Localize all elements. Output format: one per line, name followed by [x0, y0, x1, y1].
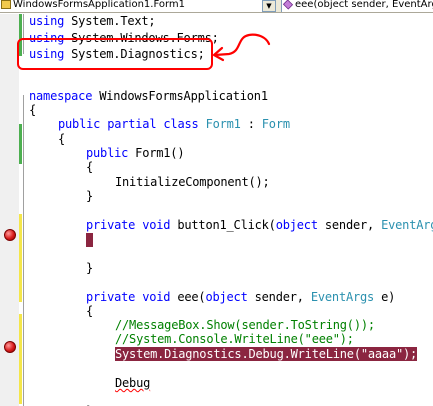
type-selector[interactable]: WindowsFormsApplication1.Form1	[0, 0, 276, 12]
code-text: System.Text;	[64, 14, 156, 28]
member-selector-text: eee(object sender, EventArgs e)	[295, 0, 433, 10]
outlining-guide	[23, 95, 24, 406]
annotation-highlight-box	[17, 38, 213, 70]
change-tracking-bar	[19, 14, 22, 406]
type-name: Form1	[205, 117, 241, 131]
comment: //MessageBox.Show(sender.ToString());	[115, 318, 375, 332]
keyword: using	[29, 14, 65, 28]
keyword: class	[163, 117, 199, 131]
method-icon	[282, 0, 294, 10]
code-navigation-bar: WindowsFormsApplication1.Form1 ▼ eee(obj…	[0, 0, 433, 13]
member-selector[interactable]: eee(object sender, EventArgs e)	[281, 0, 433, 12]
brace: }	[86, 261, 94, 275]
code-line: public partial class Form1 : Form	[58, 116, 290, 133]
code-text: sender,	[247, 290, 311, 304]
breakpoint-highlighted-statement: System.Diagnostics.Debug.WriteLine("aaaa…	[115, 347, 418, 361]
brace: {	[29, 103, 37, 117]
type-selector-text: WindowsFormsApplication1.Form1	[13, 0, 186, 10]
code-text: Form1()	[128, 146, 185, 160]
code-text: e)	[374, 290, 396, 304]
annotation-arrow-icon	[212, 33, 271, 62]
code-line: {	[86, 303, 93, 320]
keyword: object	[275, 218, 318, 232]
code-text: button1_Click(	[170, 218, 276, 232]
comment: //System.Console.WriteLine("eee");	[115, 332, 354, 346]
code-text: InitializeComponent();	[115, 175, 270, 189]
code-line: {	[58, 131, 65, 148]
code-text: :	[240, 117, 262, 131]
code-line: }	[86, 188, 93, 205]
code-line: namespace WindowsFormsApplication1	[29, 88, 268, 105]
breakpoint-icon[interactable]	[4, 229, 16, 241]
class-icon	[1, 0, 11, 9]
code-line: using System.Text;	[29, 14, 156, 30]
code-text: sender,	[317, 218, 382, 232]
unsaved-change-marker	[19, 314, 22, 404]
code-editor[interactable]: using System.Text; using System.Windows.…	[29, 14, 433, 406]
code-text-with-error: Debug	[115, 376, 151, 390]
keyword: void	[142, 290, 171, 304]
code-line: InitializeComponent();	[115, 174, 270, 191]
keyword: namespace	[29, 89, 93, 103]
brace: {	[58, 132, 66, 146]
code-line: {	[86, 159, 93, 176]
keyword: public	[58, 117, 101, 131]
current-statement-highlight	[86, 232, 93, 247]
code-text: eee(	[170, 290, 206, 304]
type-selector-dropdown-arrow[interactable]: ▼	[262, 0, 276, 12]
code-text: WindowsFormsApplication1	[92, 89, 268, 103]
type-name: EventArgs	[381, 218, 433, 232]
keyword: partial	[107, 117, 157, 131]
brace: {	[86, 160, 94, 174]
saved-change-marker	[19, 124, 22, 164]
unsaved-change-marker	[19, 214, 22, 302]
keyword: void	[142, 218, 171, 232]
code-line: private void button1_Click(object sender…	[86, 217, 433, 234]
code-line	[86, 231, 93, 248]
keyword: public	[86, 146, 129, 160]
brace: {	[86, 304, 94, 318]
brace: }	[86, 189, 94, 203]
type-name: EventArgs	[310, 290, 375, 304]
keyword: private	[86, 290, 136, 304]
code-line: private void eee(object sender, EventArg…	[86, 289, 395, 306]
keyword: private	[86, 218, 136, 232]
code-line: public Form1()	[86, 145, 185, 162]
code-line: }	[86, 260, 93, 277]
breakpoint-icon[interactable]	[4, 341, 16, 353]
code-line: Debug	[115, 375, 150, 392]
code-line: System.Diagnostics.Debug.WriteLine("aaaa…	[115, 346, 417, 363]
type-name: Form	[261, 117, 290, 131]
keyword: object	[205, 290, 248, 304]
code-line: {	[29, 102, 36, 119]
